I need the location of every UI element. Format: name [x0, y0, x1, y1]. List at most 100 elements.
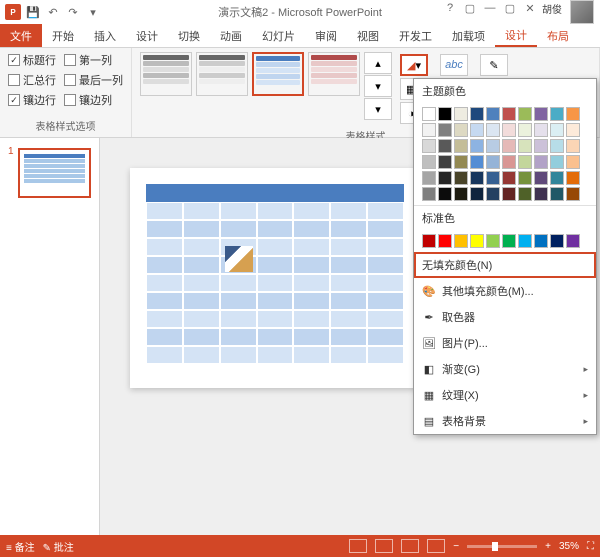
texture-item[interactable]: ▦纹理(X)▸ [414, 382, 596, 408]
color-swatch[interactable] [502, 187, 516, 201]
tab-animation[interactable]: 动画 [210, 24, 252, 47]
color-swatch[interactable] [422, 171, 436, 185]
color-swatch[interactable] [534, 123, 548, 137]
gradient-item[interactable]: ◧渐变(G)▸ [414, 356, 596, 382]
style-thumb-selected[interactable] [252, 52, 304, 96]
color-swatch[interactable] [454, 107, 468, 121]
check-first-col[interactable]: 第一列 [64, 52, 123, 68]
color-swatch[interactable] [422, 139, 436, 153]
color-swatch[interactable] [566, 187, 580, 201]
tab-insert[interactable]: 插入 [84, 24, 126, 47]
zoom-in-button[interactable]: + [545, 541, 551, 552]
color-swatch[interactable] [438, 155, 452, 169]
color-swatch[interactable] [422, 187, 436, 201]
slideshow-view-icon[interactable] [427, 539, 445, 553]
sorter-view-icon[interactable] [375, 539, 393, 553]
color-swatch[interactable] [550, 155, 564, 169]
color-swatch[interactable] [518, 234, 532, 248]
fit-window-icon[interactable]: ⛶ [587, 541, 594, 552]
normal-view-icon[interactable] [349, 539, 367, 553]
color-swatch[interactable] [518, 187, 532, 201]
color-swatch[interactable] [502, 123, 516, 137]
color-swatch[interactable] [534, 139, 548, 153]
undo-icon[interactable]: ↶ [44, 3, 62, 21]
color-swatch[interactable] [470, 123, 484, 137]
color-swatch[interactable] [438, 123, 452, 137]
color-swatch[interactable] [486, 155, 500, 169]
gallery-up-icon[interactable]: ▴ [364, 52, 392, 74]
shading-button[interactable]: ◢▾ [400, 54, 428, 76]
style-thumb-1[interactable] [140, 52, 192, 96]
color-swatch[interactable] [550, 187, 564, 201]
color-swatch[interactable] [438, 187, 452, 201]
color-swatch[interactable] [518, 155, 532, 169]
tab-table-design[interactable]: 设计 [495, 24, 537, 47]
color-swatch[interactable] [470, 107, 484, 121]
color-swatch[interactable] [550, 234, 564, 248]
help-icon[interactable]: ? [442, 0, 458, 16]
color-swatch[interactable] [470, 234, 484, 248]
zoom-out-button[interactable]: − [453, 541, 459, 552]
color-swatch[interactable] [470, 171, 484, 185]
color-swatch[interactable] [550, 123, 564, 137]
color-swatch[interactable] [566, 234, 580, 248]
color-swatch[interactable] [486, 107, 500, 121]
color-swatch[interactable] [518, 123, 532, 137]
color-swatch[interactable] [454, 123, 468, 137]
color-swatch[interactable] [534, 107, 548, 121]
color-swatch[interactable] [486, 171, 500, 185]
color-swatch[interactable] [534, 155, 548, 169]
ribbon-collapse-icon[interactable]: ▢ [462, 0, 478, 16]
zoom-slider[interactable] [467, 545, 537, 548]
slide-canvas[interactable] [130, 168, 420, 388]
redo-icon[interactable]: ↷ [64, 3, 82, 21]
color-swatch[interactable] [422, 234, 436, 248]
color-swatch[interactable] [502, 155, 516, 169]
check-last-col[interactable]: 最后一列 [64, 72, 123, 88]
qat-dropdown-icon[interactable]: ▾ [84, 3, 102, 21]
tab-slideshow[interactable]: 幻灯片 [252, 24, 305, 47]
color-swatch[interactable] [422, 155, 436, 169]
check-total-row[interactable]: 汇总行 [8, 72, 56, 88]
color-swatch[interactable] [502, 234, 516, 248]
color-swatch[interactable] [550, 171, 564, 185]
color-swatch[interactable] [438, 139, 452, 153]
color-swatch[interactable] [566, 123, 580, 137]
check-banded-rows[interactable]: ✓镶边行 [8, 92, 56, 108]
check-header-row[interactable]: ✓标题行 [8, 52, 56, 68]
tab-review[interactable]: 审阅 [305, 24, 347, 47]
style-thumb-2[interactable] [196, 52, 248, 96]
color-swatch[interactable] [534, 234, 548, 248]
color-swatch[interactable] [518, 171, 532, 185]
color-swatch[interactable] [470, 187, 484, 201]
color-swatch[interactable] [502, 107, 516, 121]
no-fill-item[interactable]: 无填充颜色(N) [414, 252, 596, 278]
color-swatch[interactable] [438, 171, 452, 185]
color-swatch[interactable] [454, 187, 468, 201]
color-swatch[interactable] [550, 107, 564, 121]
color-swatch[interactable] [470, 139, 484, 153]
avatar[interactable] [570, 0, 594, 24]
color-swatch[interactable] [502, 139, 516, 153]
tab-table-layout[interactable]: 布局 [537, 24, 579, 47]
zoom-level[interactable]: 35% [559, 541, 579, 552]
color-swatch[interactable] [486, 234, 500, 248]
color-swatch[interactable] [534, 187, 548, 201]
tab-start[interactable]: 开始 [42, 24, 84, 47]
color-swatch[interactable] [438, 107, 452, 121]
color-swatch[interactable] [454, 171, 468, 185]
color-swatch[interactable] [550, 139, 564, 153]
save-icon[interactable]: 💾 [24, 3, 42, 21]
color-swatch[interactable] [470, 155, 484, 169]
color-swatch[interactable] [486, 139, 500, 153]
color-swatch[interactable] [454, 234, 468, 248]
tab-addin[interactable]: 加载项 [442, 24, 495, 47]
color-swatch[interactable] [518, 139, 532, 153]
color-swatch[interactable] [454, 155, 468, 169]
slide-thumbnail[interactable] [18, 148, 91, 198]
check-banded-cols[interactable]: 镶边列 [64, 92, 123, 108]
close-icon[interactable]: ✕ [522, 0, 538, 16]
wordart-button[interactable]: abc [440, 54, 468, 76]
color-swatch[interactable] [502, 171, 516, 185]
table-object[interactable] [146, 184, 404, 372]
